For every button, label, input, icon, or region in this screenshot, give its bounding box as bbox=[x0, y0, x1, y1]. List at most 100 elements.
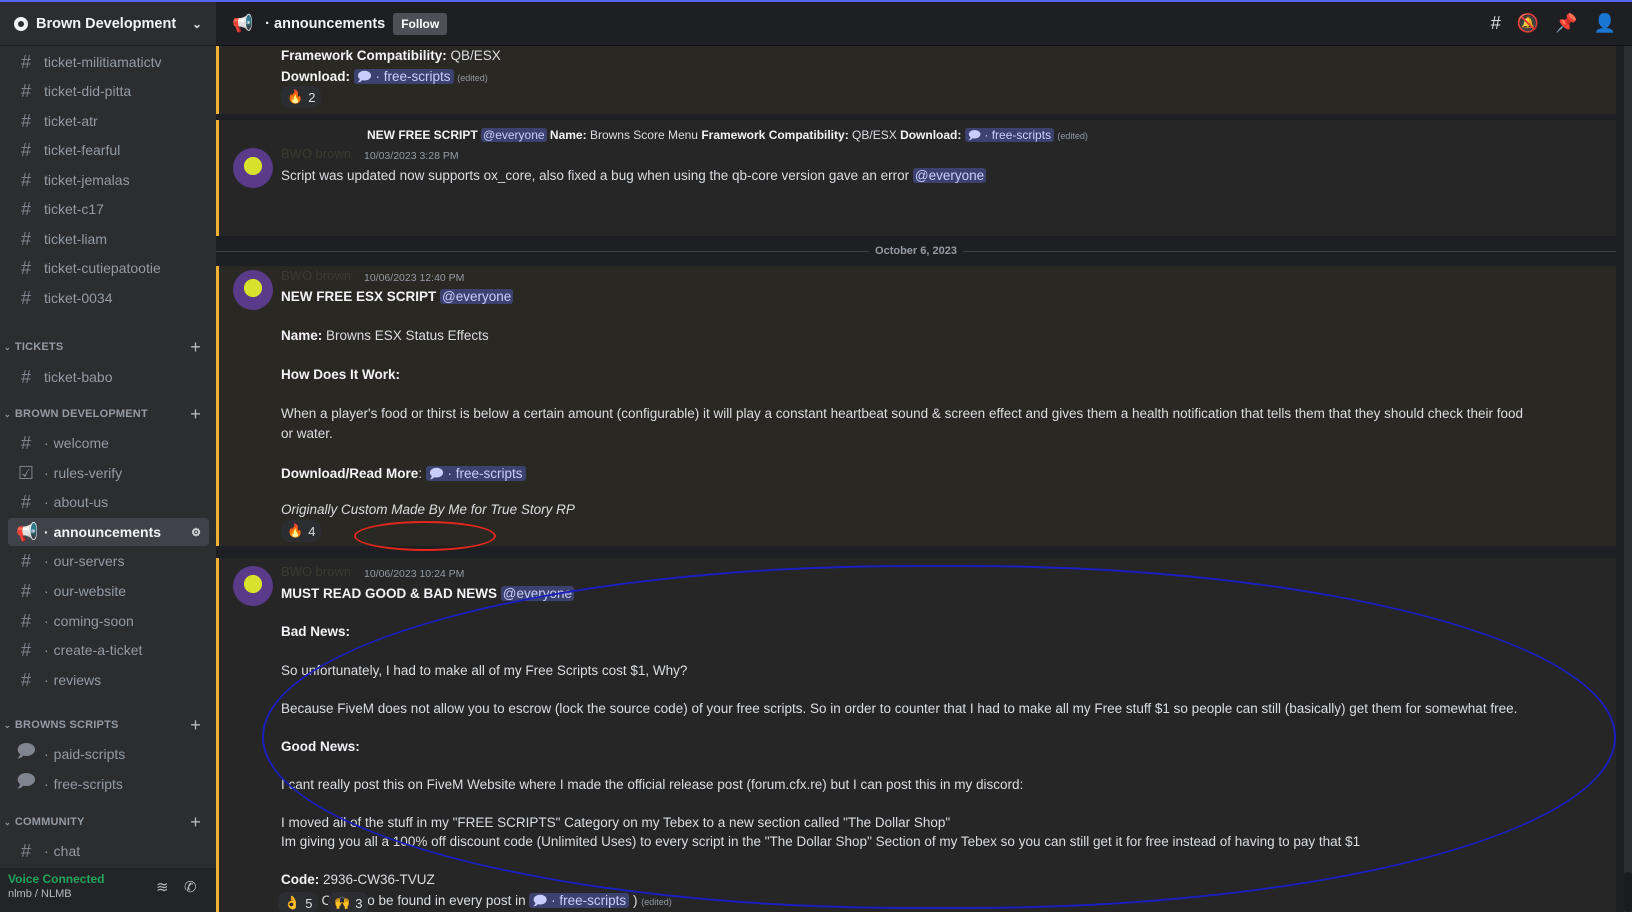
channel-link[interactable]: 🗩 · free-scripts bbox=[425, 466, 526, 481]
red-circle-annotation bbox=[354, 521, 496, 551]
date-divider: October 6, 2023 bbox=[216, 242, 1616, 260]
category-label: TICKETS bbox=[14, 341, 64, 353]
chevron-down-icon[interactable]: ⌄ bbox=[192, 17, 202, 31]
reaction-count: 5 bbox=[305, 895, 313, 911]
channel-rules-verify[interactable]: ☑ · rules-verify bbox=[8, 459, 209, 487]
category-browns-scripts[interactable]: ⌄ BROWNS SCRIPTS + bbox=[4, 715, 209, 736]
avatar[interactable] bbox=[233, 566, 273, 606]
hash-icon: # bbox=[20, 198, 31, 219]
add-channel-icon[interactable]: + bbox=[190, 337, 201, 358]
channel-our-website[interactable]: # · our-website bbox=[8, 577, 209, 605]
reaction-fire[interactable]: 🔥 4 bbox=[281, 520, 322, 542]
category-tickets[interactable]: ⌄ TICKETS + bbox=[4, 337, 209, 358]
hash-icon: # bbox=[20, 550, 31, 571]
message-timestamp: 10/06/2023 10:24 PM bbox=[364, 568, 465, 580]
category-community[interactable]: ⌄ COMMUNITY + bbox=[4, 812, 209, 833]
avatar[interactable] bbox=[233, 270, 273, 310]
value: QB/ESX bbox=[450, 48, 501, 63]
mute-notifications-icon[interactable]: 🔕 bbox=[1517, 13, 1539, 34]
reaction-count: 4 bbox=[308, 523, 316, 539]
channel-label: chat bbox=[53, 843, 81, 859]
channel-chat[interactable]: # · chat bbox=[8, 837, 209, 865]
caret-icon: ⌄ bbox=[4, 342, 11, 352]
author-name[interactable]: BWO brown bbox=[281, 268, 351, 283]
channel-link[interactable]: 🗩 · free-scripts bbox=[353, 69, 454, 84]
message-line: Framework Compatibility: QB/ESX bbox=[281, 48, 501, 63]
reaction-raised-hands[interactable]: 🙌 3 bbox=[328, 892, 369, 912]
header-toolbar: # 🔕 📌 👤 bbox=[1491, 13, 1616, 34]
reaction-thumbsup[interactable]: 👌 5 bbox=[278, 892, 319, 912]
follow-button[interactable]: Follow bbox=[393, 12, 448, 35]
channel-ticket-c17[interactable]: # ticket-c17 bbox=[8, 195, 209, 223]
channel-label: create-a-ticket bbox=[53, 642, 143, 658]
channel-free-scripts[interactable]: 🗩 · free-scripts bbox=[8, 770, 209, 798]
avatar[interactable] bbox=[233, 148, 273, 188]
hash-icon: # bbox=[20, 669, 31, 690]
channel-label: ticket-liam bbox=[44, 231, 108, 247]
message-line: Code: 2936-CW36-TVUZ bbox=[281, 872, 435, 887]
reply-preview[interactable]: NEW FREE SCRIPT @everyone Name: Browns S… bbox=[367, 126, 1088, 147]
channel-ticket-jemalas[interactable]: # ticket-jemalas bbox=[8, 166, 209, 194]
channel-ticket-liam[interactable]: # ticket-liam bbox=[8, 225, 209, 253]
mention[interactable]: @everyone bbox=[912, 168, 987, 183]
checkbox-icon: ☑ bbox=[17, 462, 35, 483]
voice-status-panel: Voice Connected nlmb / NLMB ≋ ✆ bbox=[0, 868, 216, 912]
message-line: Bad News: bbox=[281, 624, 351, 639]
disconnect-icon[interactable]: ✆ bbox=[184, 878, 197, 896]
message-line: Originally Custom Made By Me for True St… bbox=[281, 502, 575, 517]
category-brown-development[interactable]: ⌄ BROWN DEVELOPMENT + bbox=[4, 404, 209, 425]
message-line: How Does It Work: bbox=[281, 367, 401, 382]
member-list-icon[interactable]: 👤 bbox=[1594, 13, 1616, 34]
channel-label: ticket-0034 bbox=[44, 290, 113, 306]
channel-label: ticket-fearful bbox=[44, 142, 121, 158]
channel-welcome[interactable]: # · welcome bbox=[8, 429, 209, 457]
hash-icon: # bbox=[20, 110, 31, 131]
channel-title-text: announcements bbox=[274, 15, 386, 32]
hash-icon: # bbox=[20, 257, 31, 278]
category-label: COMMUNITY bbox=[14, 816, 85, 828]
fire-icon: 🔥 bbox=[287, 89, 304, 104]
channel-label: ticket-cutiepatootie bbox=[44, 260, 161, 276]
mention[interactable]: @everyone bbox=[440, 289, 514, 304]
channel-about-us[interactable]: # · about-us bbox=[8, 488, 209, 516]
scrollbar[interactable] bbox=[1624, 46, 1632, 912]
channel-our-servers[interactable]: # · our-servers bbox=[8, 547, 209, 575]
author-name[interactable]: BWO brown bbox=[281, 146, 351, 161]
server-icon bbox=[14, 16, 28, 31]
message-item: NEW FREE SCRIPT @everyone Name: Browns S… bbox=[216, 120, 1616, 236]
add-channel-icon[interactable]: + bbox=[190, 715, 201, 736]
message-line: or water. bbox=[281, 426, 333, 441]
channel-ticket-militiamatictv[interactable]: # ticket-militiamatictv bbox=[8, 48, 209, 76]
noise-suppression-icon[interactable]: ≋ bbox=[156, 878, 169, 896]
channel-ticket-fearful[interactable]: # ticket-fearful bbox=[8, 136, 209, 164]
scrollbar-thumb[interactable] bbox=[1624, 872, 1632, 912]
channel-reviews[interactable]: # · reviews bbox=[8, 666, 209, 694]
channel-label: about-us bbox=[53, 494, 109, 510]
megaphone-icon: 📢 bbox=[16, 521, 39, 542]
channel-ticket-did-pitta[interactable]: # ticket-did-pitta bbox=[8, 77, 209, 105]
channel-label: rules-verify bbox=[53, 465, 123, 481]
channel-ticket-atr[interactable]: # ticket-atr bbox=[8, 107, 209, 135]
channel-create-a-ticket[interactable]: # · create-a-ticket bbox=[8, 636, 209, 664]
channel-ticket-cutiepatootie[interactable]: # ticket-cutiepatootie bbox=[8, 254, 209, 282]
date-label: October 6, 2023 bbox=[875, 245, 957, 257]
pin-icon[interactable]: 📌 bbox=[1555, 13, 1577, 34]
channel-paid-scripts[interactable]: 🗩 · paid-scripts bbox=[8, 740, 209, 768]
author-name[interactable]: BWO brown bbox=[281, 564, 351, 579]
channel-link[interactable]: 🗩 · free-scripts bbox=[529, 893, 630, 908]
server-header[interactable]: Brown Development ⌄ bbox=[0, 2, 216, 46]
channel-ticket-babo[interactable]: # ticket-babo bbox=[8, 363, 209, 391]
channel-announcements[interactable]: 📢 · announcements ⚙ bbox=[8, 518, 209, 546]
channel-coming-soon[interactable]: # · coming-soon bbox=[8, 607, 209, 635]
invite-and-settings-icons[interactable]: ⚙ bbox=[191, 526, 201, 539]
message-item: Framework Compatibility: QB/ESX Download… bbox=[216, 46, 1616, 114]
add-channel-icon[interactable]: + bbox=[190, 404, 201, 425]
message-title: NEW FREE ESX SCRIPT @everyone bbox=[281, 289, 514, 304]
reaction-fire[interactable]: 🔥 2 bbox=[281, 86, 322, 108]
category-label: BROWN DEVELOPMENT bbox=[14, 408, 148, 420]
raised-hands-icon: 🙌 bbox=[334, 895, 351, 910]
channel-ticket-0034[interactable]: # ticket-0034 bbox=[8, 284, 209, 312]
add-channel-icon[interactable]: + bbox=[190, 812, 201, 833]
hash-icon: # bbox=[20, 639, 31, 660]
threads-icon[interactable]: # bbox=[1491, 13, 1501, 34]
